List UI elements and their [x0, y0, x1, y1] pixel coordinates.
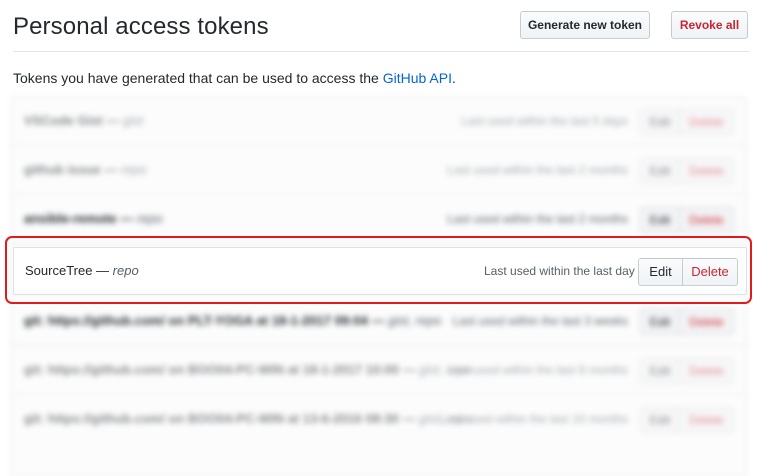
revoke-all-button[interactable]: Revoke all [671, 11, 748, 39]
edit-token-button[interactable]: Edit [640, 109, 680, 135]
token-name: git: https://github.com/ on BOO04-PC-WIN… [24, 362, 473, 377]
token-row: git: https://github.com/ on BOO04-PC-WIN… [12, 396, 746, 456]
token-last-used: Last used within the last 2 months [447, 163, 628, 177]
intro-text-body: Tokens you have generated that can be us… [13, 70, 383, 86]
delete-token-button[interactable]: Delete [679, 309, 734, 335]
delete-token-button[interactable]: Delete [679, 358, 734, 384]
token-row: git: https://github.com/ on BOO04-PC-WIN… [12, 347, 746, 395]
token-scope: repo [136, 211, 163, 226]
edit-token-button[interactable]: Edit [638, 258, 683, 286]
token-scope: repo [120, 162, 147, 177]
delete-token-button[interactable]: Delete [679, 207, 734, 233]
edit-token-button[interactable]: Edit [640, 407, 680, 433]
delete-token-button[interactable]: Delete [679, 407, 734, 433]
token-row: github issue — repo Last used within the… [12, 147, 746, 195]
token-name: ansible-remote — repo [24, 211, 163, 226]
generate-token-button[interactable]: Generate new token [520, 11, 650, 39]
page-header: Personal access tokens Generate new toke… [13, 0, 749, 52]
token-last-used: Last used within the last 3 weeks [452, 314, 628, 328]
intro-text: Tokens you have generated that can be us… [13, 70, 456, 86]
token-name-label: git: https://github.com/ on PLT-YOGA at … [24, 313, 368, 328]
token-last-used: Last used within the last 8 months [447, 363, 628, 377]
token-scope: gist, repo [388, 313, 442, 328]
token-row: git: https://github.com/ on PLT-YOGA at … [12, 298, 746, 346]
token-last-used: Last used within the last day [484, 264, 635, 278]
token-name-label: git: https://github.com/ on BOO04-PC-WIN… [24, 362, 399, 377]
delete-token-button[interactable]: Delete [682, 258, 738, 286]
token-row: VSCode Gist — gist Last used within the … [12, 98, 746, 146]
github-api-link[interactable]: GitHub API [383, 70, 452, 86]
token-row-sourcetree: SourceTree — repo Last used within the l… [13, 247, 747, 295]
edit-token-button[interactable]: Edit [640, 309, 680, 335]
token-name-label: git: https://github.com/ on BOO04-PC-WIN… [24, 411, 399, 426]
token-name: github issue — repo [24, 162, 147, 177]
token-name-label: VSCode Gist [24, 113, 103, 128]
token-name: SourceTree — repo [25, 263, 139, 278]
token-scope: repo [112, 263, 139, 278]
token-name-label: SourceTree [25, 263, 93, 278]
delete-token-button[interactable]: Delete [679, 158, 734, 184]
token-name: git: https://github.com/ on PLT-YOGA at … [24, 313, 442, 328]
token-name-label: ansible-remote [24, 211, 117, 226]
token-name-label: github issue [24, 162, 101, 177]
intro-suffix: . [451, 70, 456, 86]
token-scope: gist [122, 113, 144, 128]
edit-token-button[interactable]: Edit [640, 358, 680, 384]
token-name: VSCode Gist — gist [24, 113, 144, 128]
token-last-used: Last used within the last 5 days [461, 114, 628, 128]
delete-token-button[interactable]: Delete [679, 109, 734, 135]
edit-token-button[interactable]: Edit [640, 207, 680, 233]
token-last-used: Last used within the last 10 months [440, 412, 628, 426]
token-name: git: https://github.com/ on BOO04-PC-WIN… [24, 411, 473, 426]
token-last-used: Last used within the last 2 months [447, 212, 628, 226]
edit-token-button[interactable]: Edit [640, 158, 680, 184]
page-title: Personal access tokens [13, 13, 269, 40]
